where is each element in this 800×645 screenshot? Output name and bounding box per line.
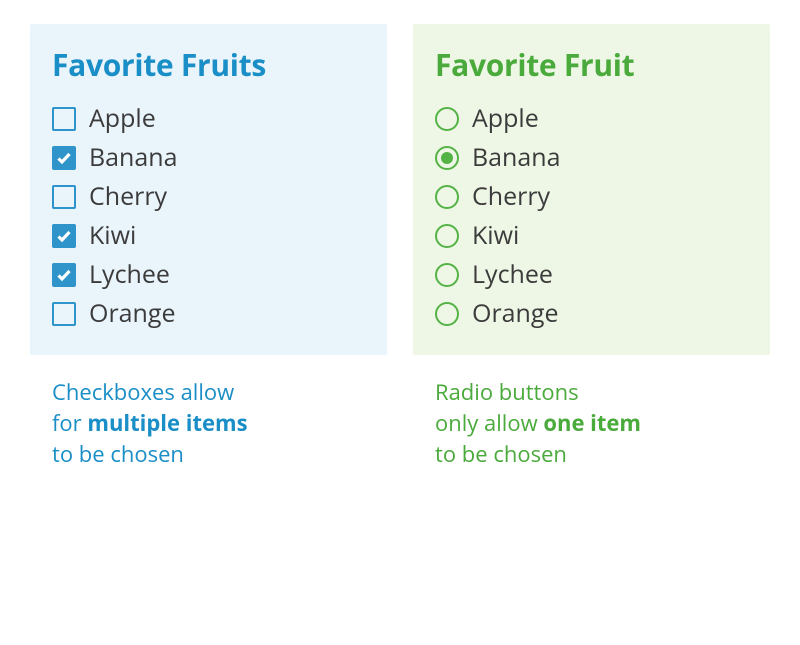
radio-icon xyxy=(435,302,459,326)
radio-options: Apple Banana Cherry Kiwi Lychee xyxy=(435,99,748,333)
checkbox-panel-title: Favorite Fruits xyxy=(52,44,365,85)
radio-panel: Favorite Fruit Apple Banana Cherry Kiwi xyxy=(413,24,770,355)
radio-option-label: Banana xyxy=(472,145,561,170)
radio-icon xyxy=(435,224,459,248)
radio-option-orange[interactable]: Orange xyxy=(435,294,748,333)
checkbox-icon xyxy=(52,302,76,326)
checkbox-option-label: Lychee xyxy=(89,262,170,287)
radio-caption: Radio buttons only allow one item to be … xyxy=(413,377,770,471)
checkbox-option-lychee[interactable]: Lychee xyxy=(52,255,365,294)
checkbox-option-banana[interactable]: Banana xyxy=(52,138,365,177)
checkbox-column: Favorite Fruits Apple Banana xyxy=(30,24,387,493)
checkbox-option-label: Kiwi xyxy=(89,223,136,248)
checkbox-icon xyxy=(52,146,76,170)
radio-option-banana[interactable]: Banana xyxy=(435,138,748,177)
radio-option-apple[interactable]: Apple xyxy=(435,99,748,138)
checkbox-icon xyxy=(52,263,76,287)
checkbox-option-kiwi[interactable]: Kiwi xyxy=(52,216,365,255)
checkbox-panel: Favorite Fruits Apple Banana xyxy=(30,24,387,355)
radio-column: Favorite Fruit Apple Banana Cherry Kiwi xyxy=(413,24,770,493)
radio-option-label: Apple xyxy=(472,106,539,131)
radio-icon xyxy=(435,185,459,209)
checkbox-option-label: Orange xyxy=(89,301,176,326)
radio-option-label: Lychee xyxy=(472,262,553,287)
radio-option-label: Kiwi xyxy=(472,223,519,248)
radio-option-kiwi[interactable]: Kiwi xyxy=(435,216,748,255)
checkbox-option-label: Cherry xyxy=(89,184,167,209)
radio-icon xyxy=(435,146,459,170)
radio-panel-title: Favorite Fruit xyxy=(435,44,748,85)
checkbox-icon xyxy=(52,107,76,131)
radio-option-lychee[interactable]: Lychee xyxy=(435,255,748,294)
radio-option-label: Orange xyxy=(472,301,559,326)
radio-icon xyxy=(435,107,459,131)
checkbox-caption: Checkboxes allow for multiple items to b… xyxy=(30,377,387,471)
checkbox-option-apple[interactable]: Apple xyxy=(52,99,365,138)
checkbox-icon xyxy=(52,185,76,209)
radio-option-cherry[interactable]: Cherry xyxy=(435,177,748,216)
checkbox-option-label: Apple xyxy=(89,106,156,131)
radio-option-label: Cherry xyxy=(472,184,550,209)
checkbox-options: Apple Banana Cherry xyxy=(52,99,365,333)
checkbox-option-label: Banana xyxy=(89,145,178,170)
checkbox-icon xyxy=(52,224,76,248)
radio-icon xyxy=(435,263,459,287)
comparison-wrap: Favorite Fruits Apple Banana xyxy=(0,0,800,517)
checkbox-option-cherry[interactable]: Cherry xyxy=(52,177,365,216)
checkbox-option-orange[interactable]: Orange xyxy=(52,294,365,333)
